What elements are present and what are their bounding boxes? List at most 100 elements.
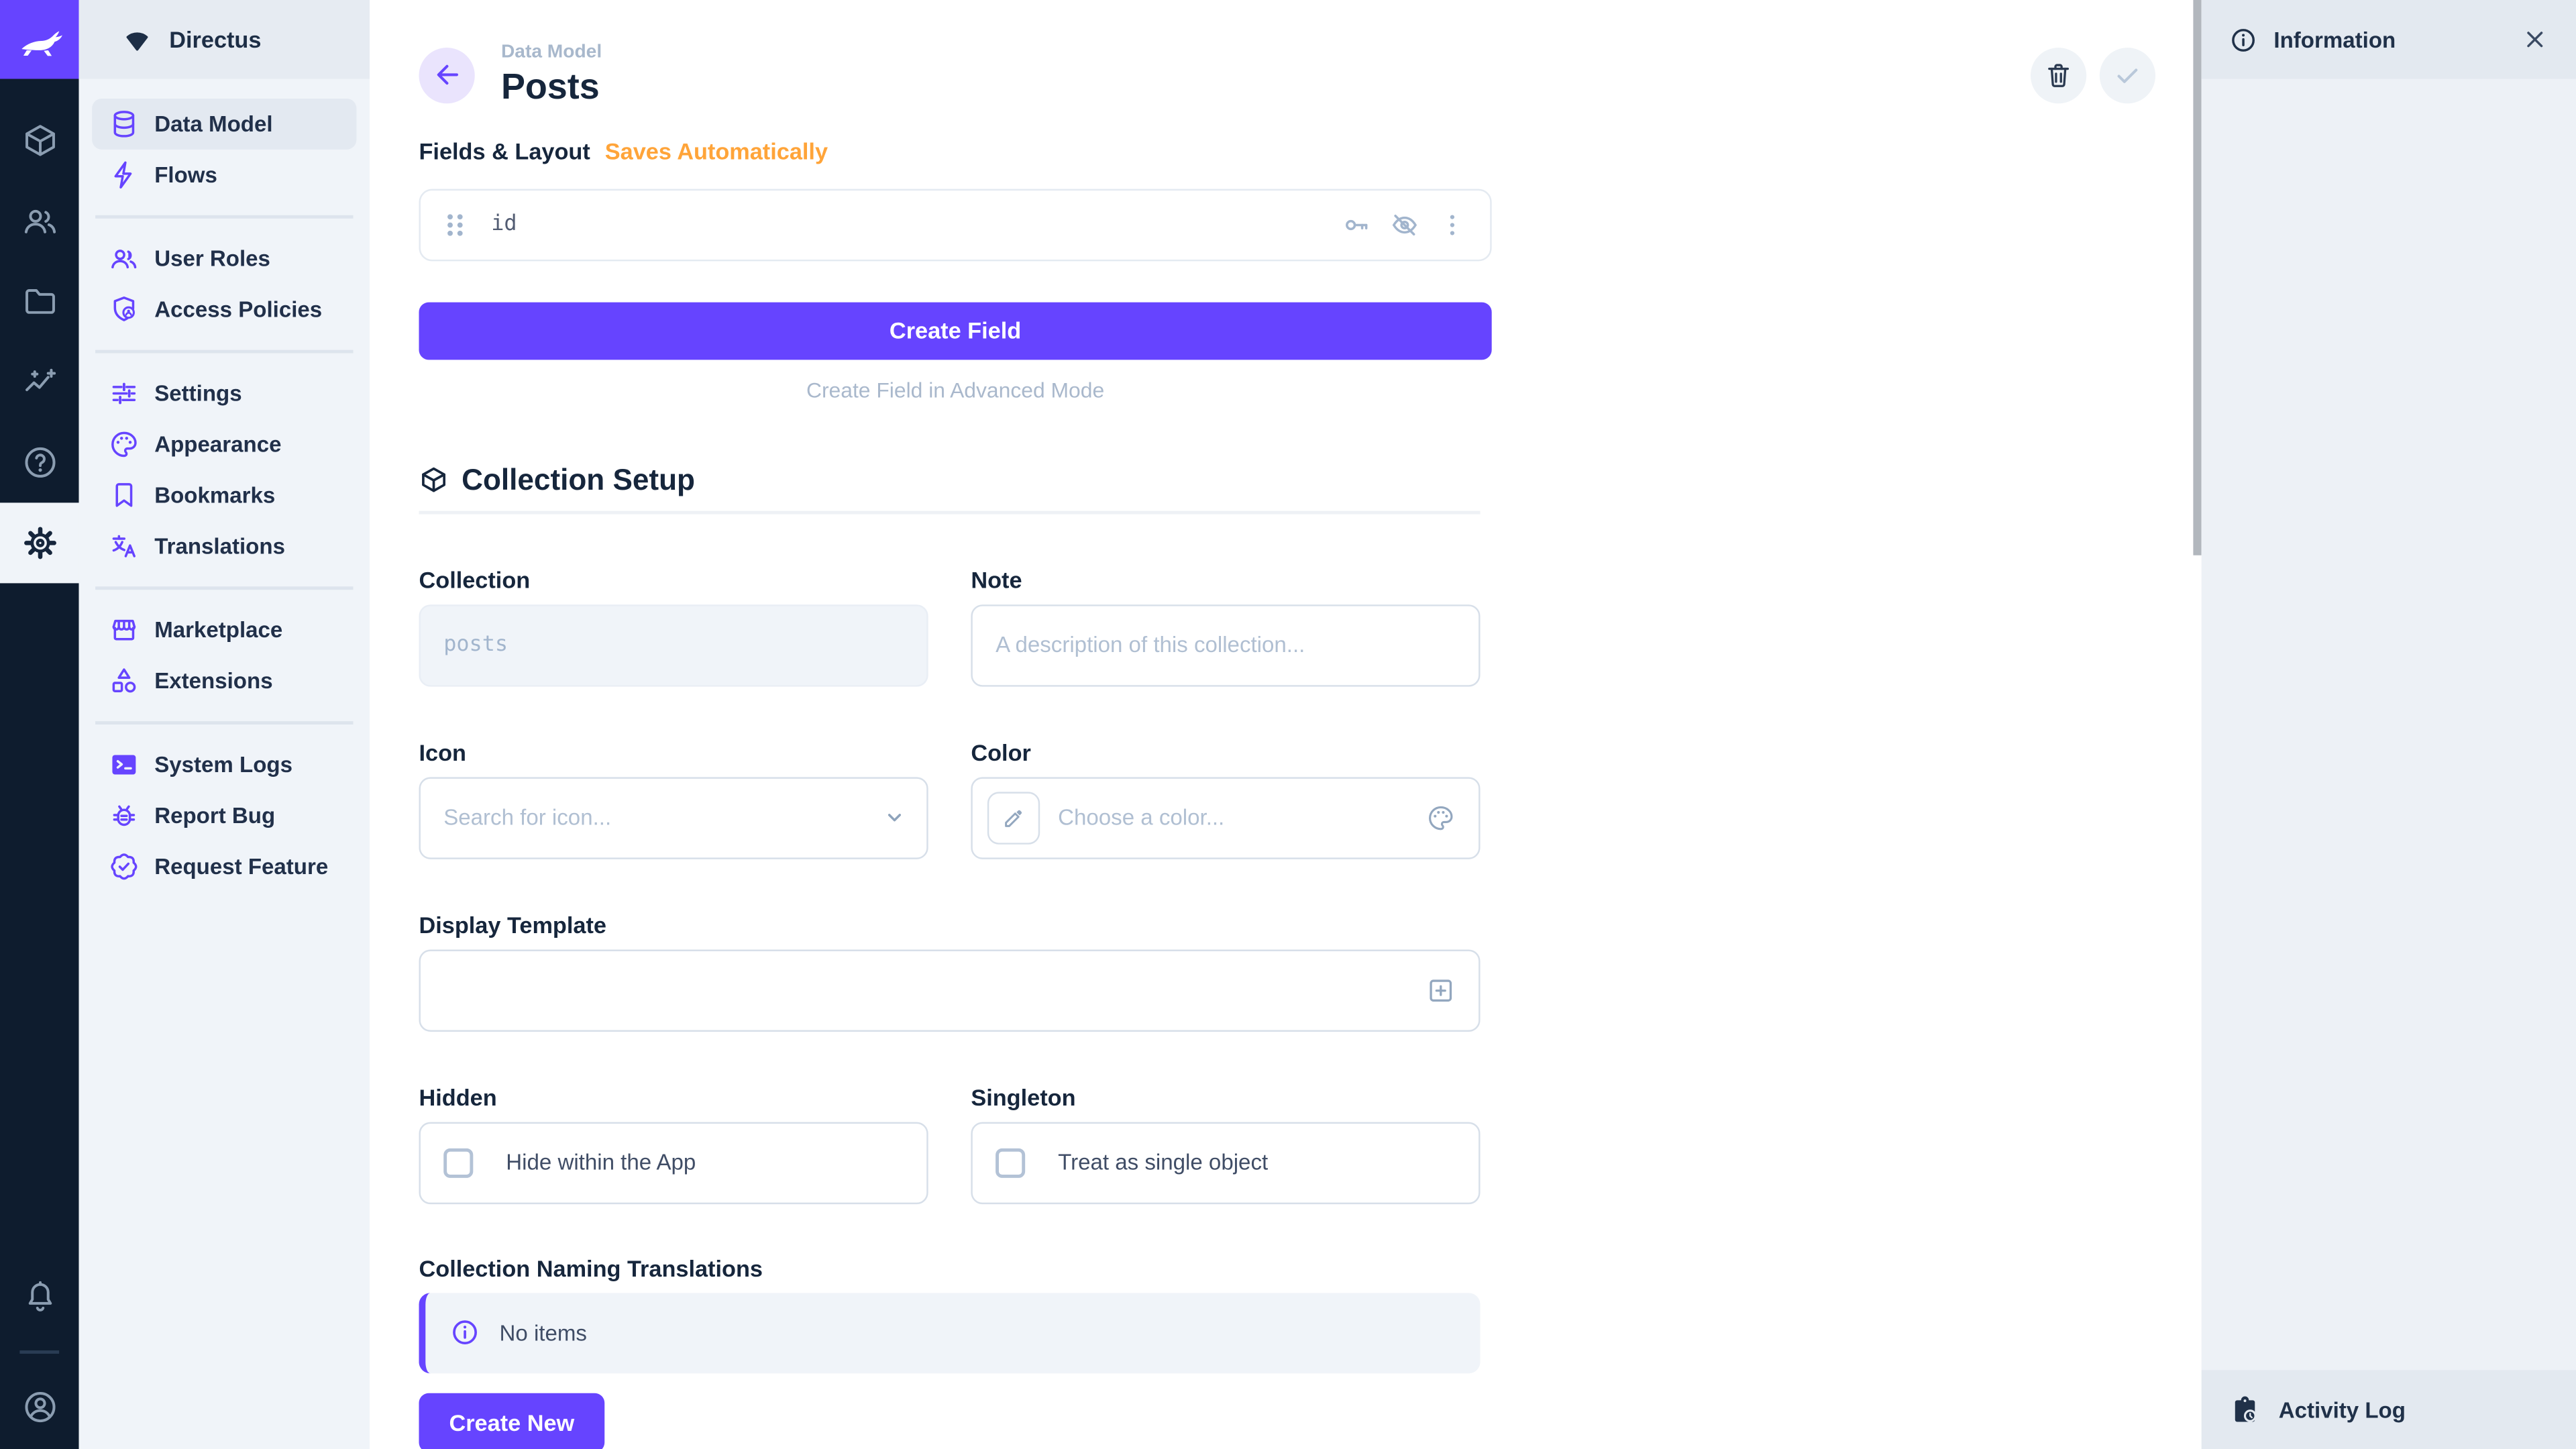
- icon-search-input[interactable]: [443, 805, 904, 830]
- singleton-checkbox-label: Treat as single object: [1058, 1150, 1268, 1175]
- collection-input-wrap: [419, 604, 928, 686]
- module-insights[interactable]: [0, 341, 79, 422]
- hidden-checkbox-row[interactable]: Hide within the App: [419, 1122, 928, 1203]
- sidebar-item-label: Report Bug: [154, 804, 275, 828]
- sidebar-item-translations[interactable]: Translations: [92, 521, 356, 572]
- category-icon: [109, 665, 140, 697]
- eyedropper-icon: [1000, 804, 1026, 830]
- hidden-checkbox[interactable]: [443, 1148, 473, 1177]
- users-icon: [21, 202, 58, 239]
- main-content: Data Model Posts Fields &: [370, 0, 2202, 1449]
- collection-form: Fields & Layout Saves Automatically id: [419, 138, 1491, 1449]
- header-actions: [2031, 48, 2155, 103]
- module-help[interactable]: [0, 422, 79, 502]
- check-icon: [2112, 60, 2142, 90]
- fields-layout-label: Fields & Layout: [419, 138, 590, 164]
- color-label: Color: [971, 739, 1480, 765]
- directus-logo[interactable]: [0, 0, 79, 79]
- field-row-id[interactable]: id: [419, 189, 1491, 261]
- note-label: Note: [971, 566, 1480, 592]
- module-content[interactable]: [0, 100, 79, 180]
- signal-fan-icon: [121, 24, 153, 56]
- sidebar-item-label: Appearance: [154, 432, 281, 457]
- user-menu-button[interactable]: [0, 1367, 79, 1448]
- settings-gear-icon: [21, 524, 58, 561]
- sidebar-item-label: Bookmarks: [154, 483, 275, 508]
- create-new-button[interactable]: Create New: [419, 1393, 604, 1449]
- sidebar-item-data-model[interactable]: Data Model: [92, 99, 356, 150]
- project-header[interactable]: Directus: [79, 0, 370, 79]
- module-bar-bottom: [0, 1256, 79, 1449]
- sidebar-item-system-logs[interactable]: System Logs: [92, 739, 356, 790]
- info-sidebar-body: [2202, 79, 2576, 1371]
- sidebar-item-label: Marketplace: [154, 618, 282, 643]
- sidebar-item-access-policies[interactable]: Access Policies: [92, 284, 356, 335]
- sidebar-item-extensions[interactable]: Extensions: [92, 655, 356, 706]
- info-sidebar-header: Information: [2202, 0, 2576, 79]
- sidebar-item-label: Flows: [154, 162, 217, 187]
- sidebar-item-flows[interactable]: Flows: [92, 150, 356, 201]
- sidebar-item-settings[interactable]: Settings: [92, 368, 356, 419]
- note-input-wrap: [971, 604, 1480, 686]
- delete-collection-button[interactable]: [2031, 48, 2086, 103]
- sidebar-item-report-bug[interactable]: Report Bug: [92, 790, 356, 841]
- chevron-down-icon[interactable]: [881, 804, 909, 832]
- nav-divider: [95, 350, 353, 354]
- collection-label: Collection: [419, 566, 928, 592]
- visibility-off-icon[interactable]: [1390, 210, 1419, 239]
- main-scrollbar[interactable]: [2193, 0, 2201, 555]
- color-placeholder[interactable]: Choose a color...: [1058, 805, 1224, 830]
- help-icon: [21, 443, 58, 481]
- tune-icon: [109, 378, 140, 409]
- storefront-icon: [109, 614, 140, 646]
- title-block: Data Model Posts: [501, 44, 602, 106]
- info-icon: [2229, 25, 2257, 54]
- info-sidebar-title: Information: [2273, 27, 2396, 52]
- singleton-checkbox[interactable]: [996, 1148, 1025, 1177]
- fields-layout-row: Fields & Layout Saves Automatically: [419, 138, 1491, 164]
- display-template-input[interactable]: [419, 949, 1480, 1031]
- terminal-icon: [109, 749, 140, 781]
- palette-icon: [109, 429, 140, 460]
- close-sidebar-button[interactable]: [2522, 26, 2548, 52]
- back-button[interactable]: [419, 48, 474, 103]
- info-sidebar: Information Activity Log: [2202, 0, 2576, 1449]
- module-files[interactable]: [0, 261, 79, 341]
- translate-icon: [109, 531, 140, 562]
- create-field-button[interactable]: Create Field: [419, 302, 1491, 360]
- color-input-wrap: Choose a color...: [971, 777, 1480, 859]
- singleton-label: Singleton: [971, 1084, 1480, 1110]
- clipboard-clock-icon: [2229, 1394, 2261, 1426]
- activity-log-button[interactable]: Activity Log: [2202, 1370, 2576, 1449]
- people-icon: [109, 243, 140, 274]
- sidebar-item-bookmarks[interactable]: Bookmarks: [92, 470, 356, 521]
- drag-handle-icon[interactable]: [443, 210, 466, 239]
- sidebar-item-marketplace[interactable]: Marketplace: [92, 604, 356, 655]
- singleton-checkbox-row[interactable]: Treat as single object: [971, 1122, 1480, 1203]
- no-items-text: No items: [499, 1320, 586, 1345]
- sidebar-item-label: Request Feature: [154, 854, 328, 879]
- sidebar-item-label: User Roles: [154, 246, 270, 271]
- palette-icon[interactable]: [1426, 803, 1456, 833]
- save-button[interactable]: [2100, 48, 2155, 103]
- insights-icon: [21, 363, 58, 400]
- breadcrumb[interactable]: Data Model: [501, 44, 602, 63]
- note-input[interactable]: [996, 633, 1456, 657]
- module-users[interactable]: [0, 180, 79, 261]
- box-icon: [21, 121, 58, 159]
- section-title: Collection Setup: [462, 463, 695, 497]
- page-header: Data Model Posts: [370, 0, 2202, 106]
- eyedropper-button[interactable]: [987, 792, 1040, 844]
- add-box-icon[interactable]: [1426, 975, 1456, 1005]
- notifications-button[interactable]: [0, 1256, 79, 1337]
- arrow-left-icon: [431, 60, 463, 91]
- create-field-advanced-link[interactable]: Create Field in Advanced Mode: [419, 374, 1491, 407]
- field-row-icons: [1342, 210, 1467, 239]
- sidebar-item-request-feature[interactable]: Request Feature: [92, 841, 356, 892]
- sidebar-item-appearance[interactable]: Appearance: [92, 419, 356, 470]
- module-settings[interactable]: [0, 502, 79, 583]
- more-vert-icon[interactable]: [1438, 210, 1467, 239]
- sidebar-item-label: Extensions: [154, 669, 272, 694]
- sidebar-item-user-roles[interactable]: User Roles: [92, 233, 356, 284]
- project-name: Directus: [169, 26, 261, 52]
